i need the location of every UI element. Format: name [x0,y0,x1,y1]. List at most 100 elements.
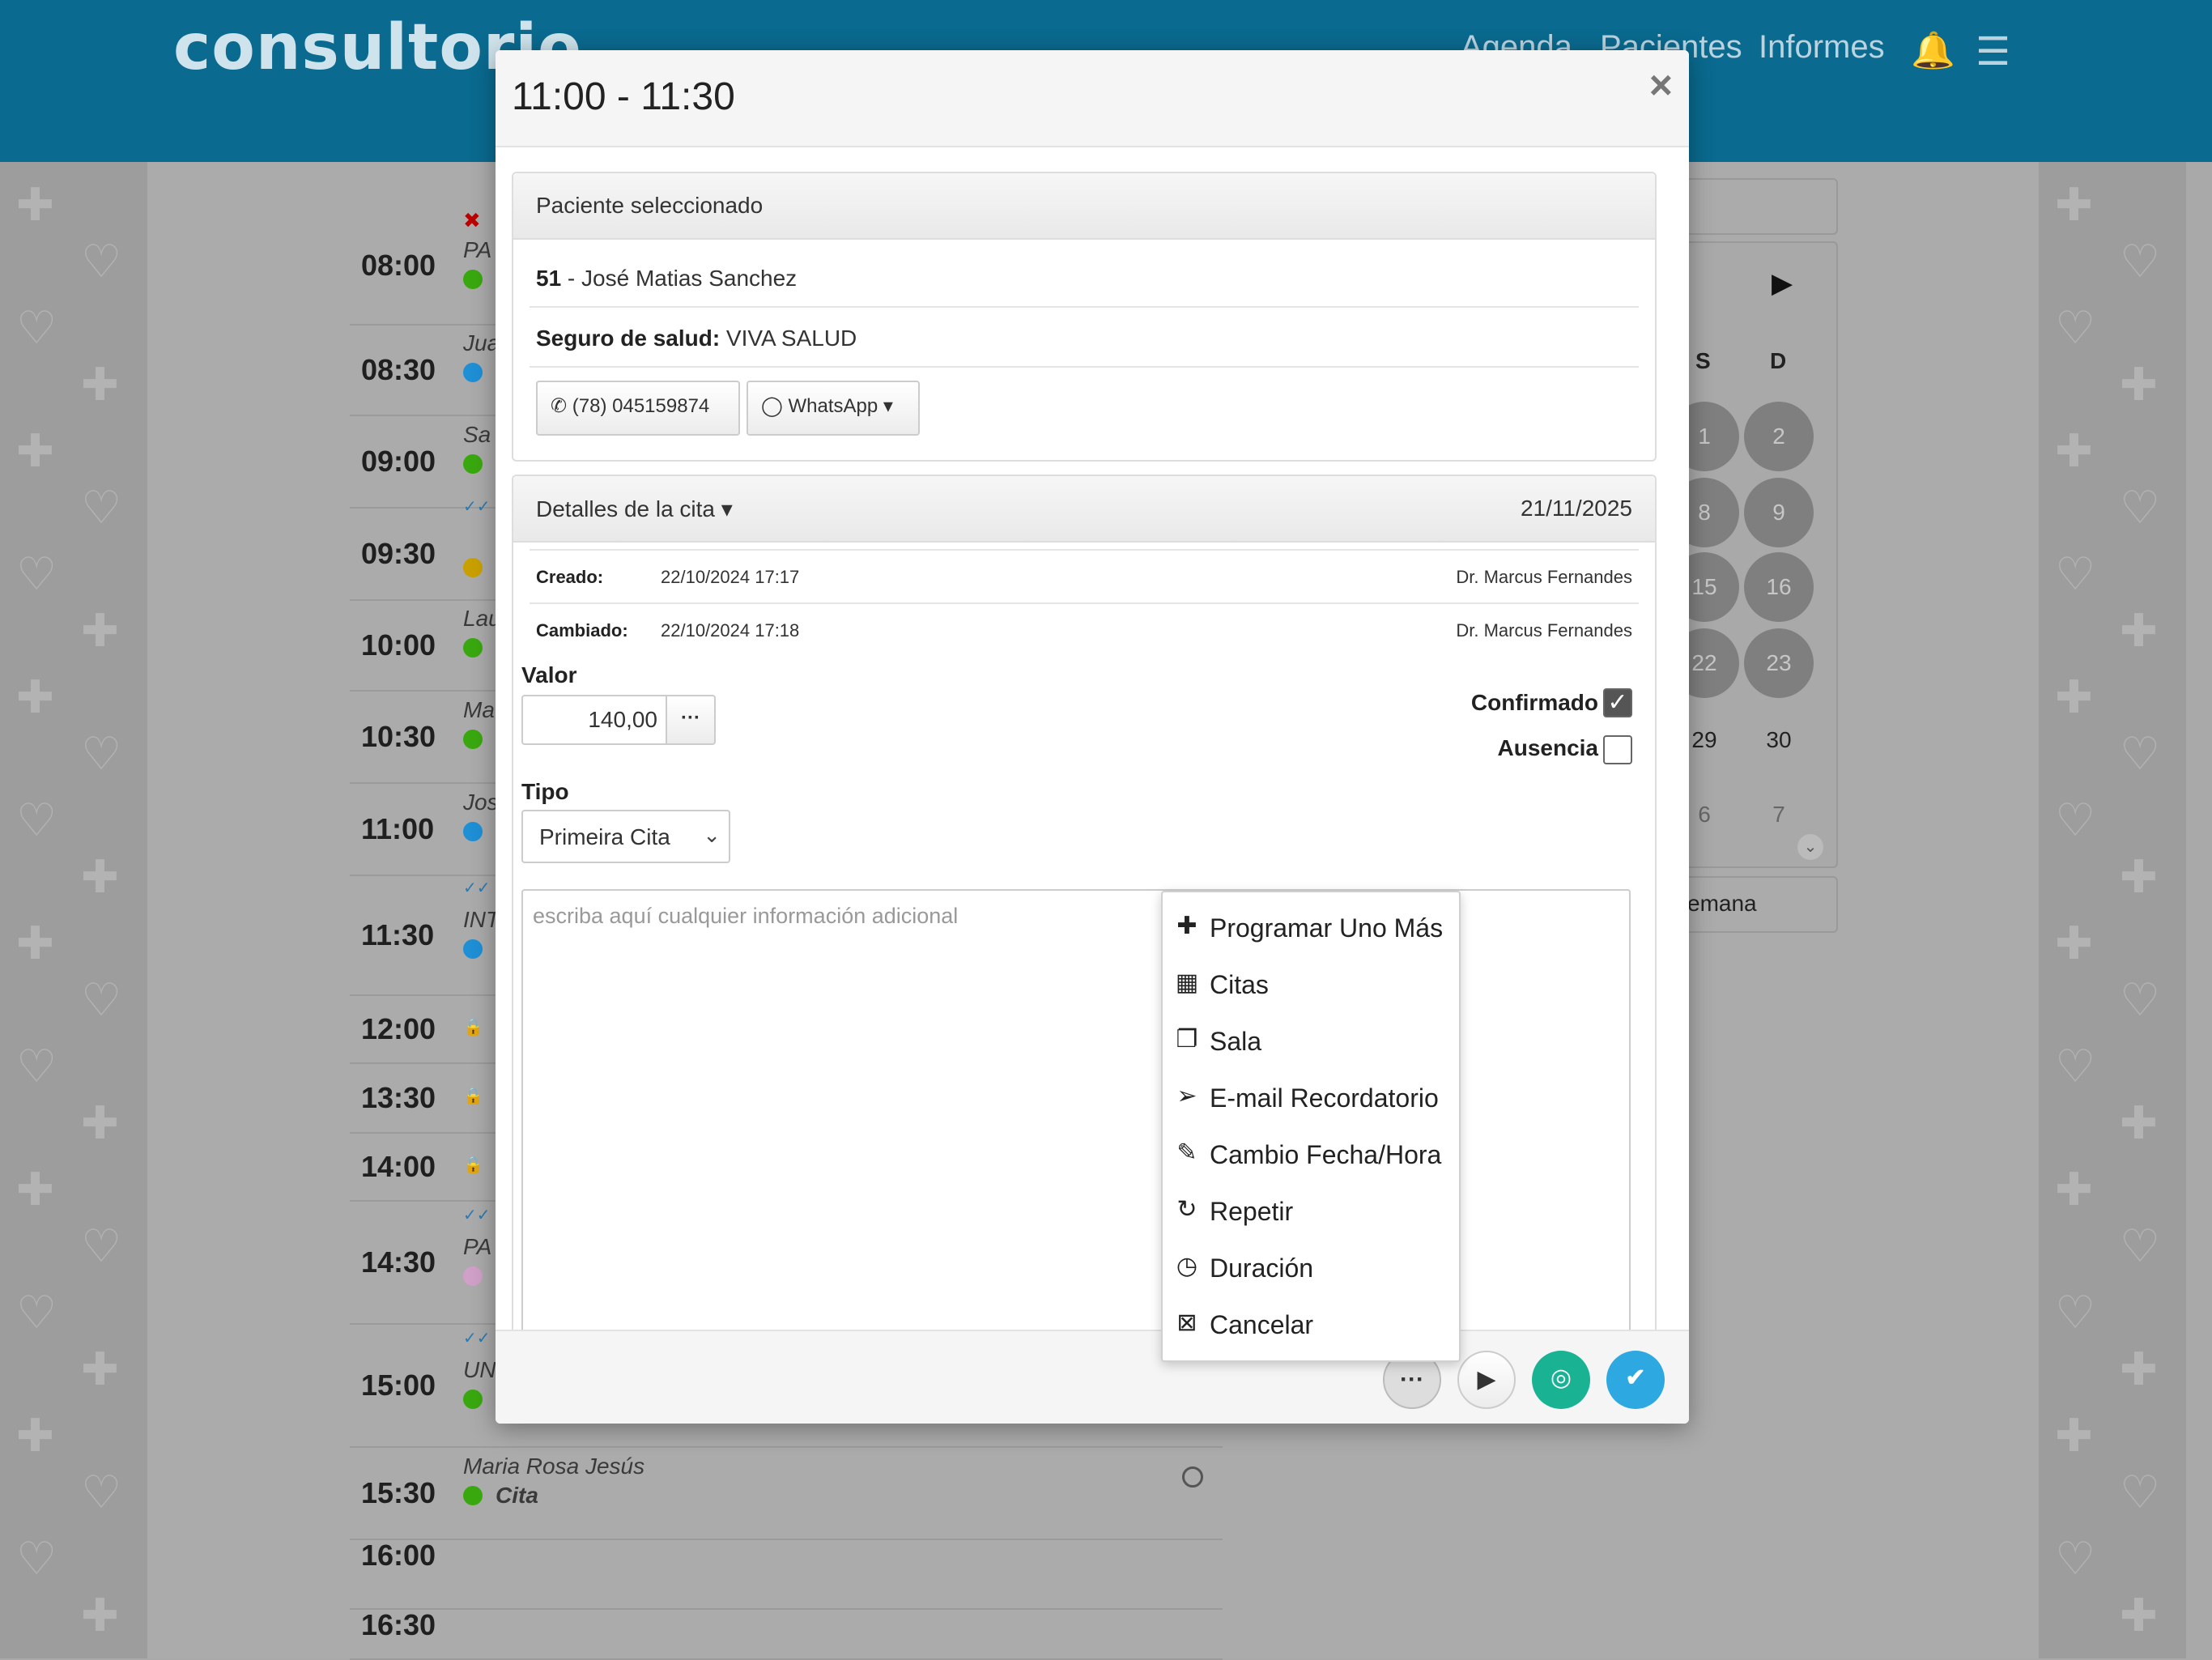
pattern-medical-icon: ✚ [81,851,119,902]
agenda-time: 12:00 [361,1012,436,1045]
confirmado-checkbox[interactable]: ✓ [1603,688,1632,717]
target-icon[interactable]: ◎ [1532,1351,1590,1409]
double-check-icon: ✓✓ [463,1330,491,1347]
agenda-patient-name: UN [463,1357,496,1382]
phone-icon: ✆ [551,395,568,417]
menu-item-cancelar[interactable]: ⊠ Cancelar [1163,1296,1459,1352]
close-icon[interactable]: × [1649,62,1673,109]
agenda-row[interactable]: 15:30 Maria Rosa Jesús Cita [350,1446,1223,1540]
repeat-icon: ↻ [1176,1196,1197,1223]
menu-item-citas[interactable]: ▦ Citas [1163,956,1459,1012]
pattern-medical-icon: ♡ [2120,1220,2161,1271]
details-panel-header[interactable]: Detalles de la cita ▾ 21/11/2025 [513,476,1655,543]
pattern-medical-icon: ✚ [2120,851,2158,902]
calendar-day[interactable]: 30 [1744,727,1814,753]
pattern-medical-icon: ✚ [81,359,119,410]
ausencia-checkbox[interactable] [1603,735,1632,764]
menu-item-cambio-fecha-hora[interactable]: ✎ Cambio Fecha/Hora [1163,1126,1459,1182]
send-icon: ➢ [1176,1083,1197,1109]
menu-item-email-recordatorio[interactable]: ➢ E-mail Recordatorio [1163,1069,1459,1126]
agenda-row[interactable]: 16:00 [350,1539,1223,1610]
pattern-medical-icon: ✚ [16,1164,54,1215]
check-icon[interactable]: ✔ [1606,1351,1665,1409]
agenda-time: 10:00 [361,628,436,662]
bell-icon[interactable]: 🔔 [1911,29,1955,71]
menu-item-sala[interactable]: ❐ Sala [1163,1012,1459,1069]
copy-icon: ❐ [1176,1026,1198,1053]
patient-panel-title: Paciente seleccionado [536,193,764,218]
pattern-medical-icon: ✚ [2055,1164,2093,1215]
ausencia-label: Ausencia [1497,735,1599,760]
week-button[interactable]: emana [1687,876,1838,933]
agenda-time: 09:00 [361,445,436,478]
modal-footer: ··· ▶ ◎ ✔ [496,1330,1689,1424]
calendar-next-arrow-icon[interactable]: ▶ [1772,267,1793,300]
valor-more-button[interactable]: ··· [666,695,716,745]
notes-textarea[interactable]: escriba aquí cualquier información adici… [521,889,1631,1375]
calendar-x-icon: ⊠ [1176,1309,1197,1336]
caret-down-icon: ▾ [721,496,733,521]
phone-button[interactable]: ✆ (78) 045159874 [536,381,740,436]
menu-item-repetir[interactable]: ↻ Repetir [1163,1182,1459,1239]
pattern-medical-icon: ♡ [2055,1533,2096,1584]
pattern-medical-icon: ✚ [81,1590,119,1641]
video-camera-icon[interactable]: ▶ [1457,1351,1516,1409]
calendar-day[interactable]: 16 [1744,552,1814,622]
appointment-date: 21/11/2025 [1520,496,1632,521]
agenda-appointment-type: Cita [496,1483,538,1508]
pattern-medical-icon: ♡ [2055,302,2096,353]
plus-icon: ✚ [1176,913,1197,939]
pattern-medical-icon: ♡ [2055,548,2096,599]
status-dot [463,363,483,382]
agenda-time: 08:30 [361,353,436,386]
details-panel-title: Detalles de la cita ▾ [536,496,733,522]
changed-value: 22/10/2024 17:18 [661,620,800,641]
modal-title: 11:00 - 11:30 [512,75,735,118]
nav-informes[interactable]: Informes [1759,29,1885,66]
whatsapp-label: WhatsApp [788,395,878,417]
agenda-time: 16:30 [361,1608,436,1641]
lock-icon: 🔒 [463,1019,483,1036]
pattern-medical-icon: ♡ [2120,482,2161,533]
patient-name[interactable]: 51 - José Matias Sanchez [536,266,797,292]
pattern-medical-icon: ♡ [81,482,122,533]
calendar-day[interactable]: 2 [1744,402,1814,471]
chevron-down-icon: ⌄ [703,823,721,847]
pattern-medical-icon: ♡ [81,1466,122,1517]
calendar-icon: ▦ [1175,969,1199,996]
status-circle-icon[interactable] [1182,1466,1203,1488]
patient-id: 51 [536,266,562,291]
status-dot [463,730,483,749]
double-check-icon: ✓✓ [463,498,491,516]
whatsapp-button[interactable]: ◯ WhatsApp ▾ [747,381,920,436]
menu-item-programar-uno-mas[interactable]: ✚ Programar Uno Más [1163,899,1459,956]
calendar-day[interactable]: 23 [1744,628,1814,698]
modal-header: 11:00 - 11:30 × [496,50,1689,147]
patient-panel: Paciente seleccionado 51 - José Matias S… [512,172,1657,462]
agenda-time: 11:00 [361,812,435,845]
agenda-time: 13:30 [361,1081,436,1114]
hamburger-icon[interactable]: ☰ [1976,29,2010,74]
pattern-medical-icon: ✚ [16,179,54,230]
calendar-day[interactable]: 7 [1744,802,1814,828]
menu-item-duracion[interactable]: ◷ Duración [1163,1239,1459,1296]
lock-icon: 🔒 [463,1088,483,1105]
pattern-medical-icon: ♡ [16,794,57,845]
pattern-medical-icon: ✚ [2055,917,2093,968]
pattern-medical-icon: ♡ [2055,794,2096,845]
menu-item-label: Cancelar [1210,1310,1314,1339]
agenda-row[interactable]: 16:30 [350,1608,1223,1660]
valor-input[interactable]: 140,00 [521,695,667,745]
tipo-select[interactable]: Primeira Cita ⌄ [521,810,730,863]
agenda-patient-name: Jos [463,790,499,815]
pattern-medical-icon: ♡ [2120,974,2161,1025]
background-pattern-right: ✚ ♡ ♡ ✚ ✚ ♡ ♡ ✚ ✚ ♡ ♡ ✚ ✚ ♡ ♡ ✚ ✚ ♡ ♡ ✚ ✚ ♡ ♡ ✚ [2039,162,2186,1658]
status-dot [463,1390,483,1409]
pattern-medical-icon: ✚ [2120,605,2158,656]
pattern-medical-icon: ✚ [16,425,54,476]
agenda-patient-name: PA [463,1234,492,1259]
calendar-expand-icon[interactable]: ⌄ [1797,834,1823,860]
calendar-day[interactable]: 9 [1744,478,1814,547]
pattern-medical-icon: ♡ [16,1287,57,1338]
menu-item-label: Citas [1210,970,1269,999]
